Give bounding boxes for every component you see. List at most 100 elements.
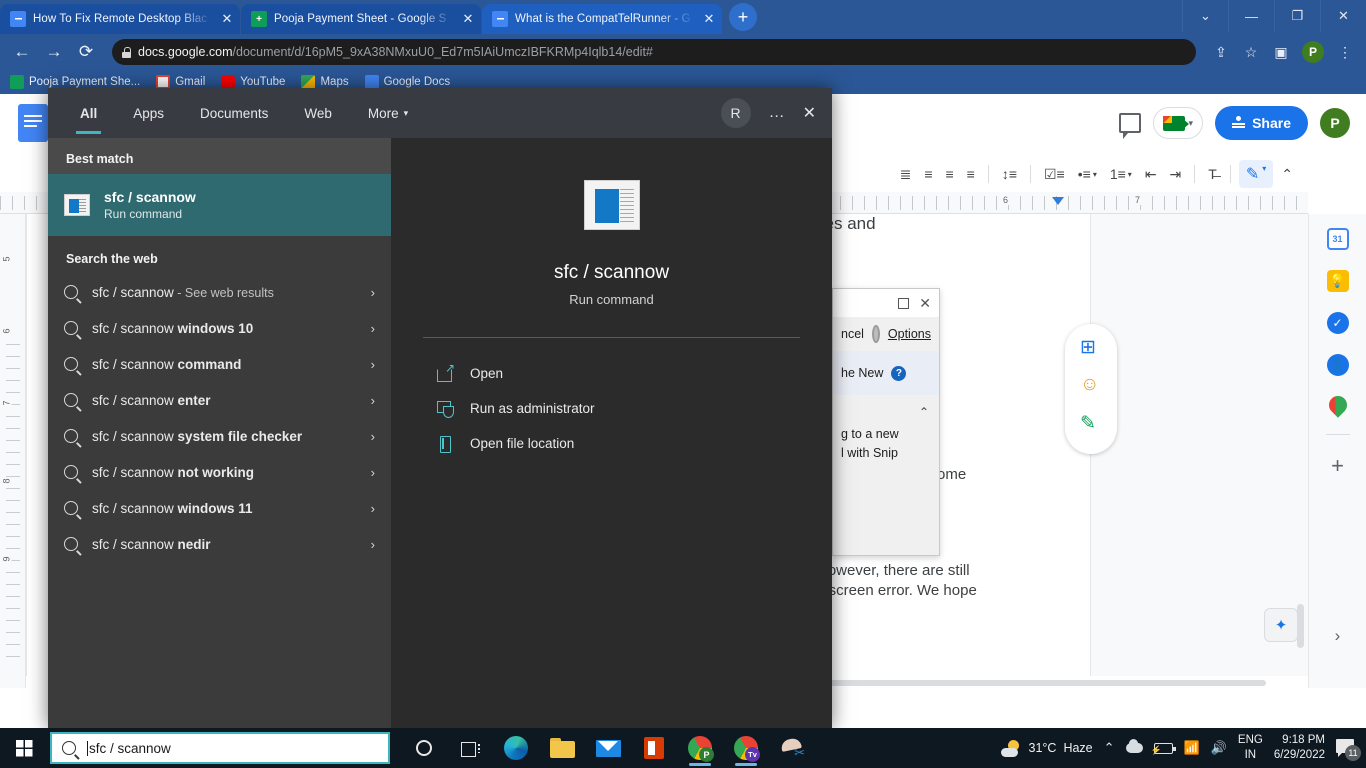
onedrive-icon[interactable]: [1125, 739, 1143, 753]
browser-tab-1[interactable]: How To Fix Remote Desktop Blac ✕: [0, 4, 240, 34]
search-input-value[interactable]: sfc / scannow: [87, 740, 171, 756]
taskbar-app-file-explorer[interactable]: [542, 728, 582, 768]
weather-widget[interactable]: 31°C Haze: [1000, 739, 1093, 757]
taskbar-search-box[interactable]: sfc / scannow: [50, 732, 390, 764]
preview-action-open[interactable]: Open: [403, 356, 820, 391]
chevron-right-icon[interactable]: ›: [371, 357, 375, 372]
browser-tab-3[interactable]: What is the CompatTelRunner - G ✕: [482, 4, 722, 34]
more-options-icon[interactable]: …: [769, 104, 785, 122]
keep-icon[interactable]: 💡: [1326, 270, 1349, 292]
suggest-edit-icon[interactable]: ✎: [1080, 412, 1102, 434]
account-avatar[interactable]: R: [720, 98, 751, 128]
close-icon[interactable]: ✕: [919, 295, 931, 312]
bookmark-item[interactable]: Pooja Payment She...: [10, 75, 140, 89]
chevron-right-icon[interactable]: ›: [371, 321, 375, 336]
collapse-toolbar-icon[interactable]: ⌃: [1276, 162, 1298, 187]
tab-close-icon[interactable]: ✕: [702, 11, 716, 27]
vertical-scrollbar-thumb[interactable]: [1297, 604, 1304, 648]
search-tab-web[interactable]: Web: [288, 88, 348, 138]
bulleted-list-icon[interactable]: •≡ ▾: [1073, 162, 1102, 186]
chevron-right-icon[interactable]: ›: [371, 429, 375, 444]
tab-close-icon[interactable]: ✕: [220, 11, 234, 27]
explore-button[interactable]: ✦: [1264, 608, 1298, 642]
search-tab-apps[interactable]: Apps: [117, 88, 180, 138]
add-comment-icon[interactable]: ⊞: [1080, 336, 1102, 358]
chevron-right-icon[interactable]: ›: [371, 501, 375, 516]
close-icon[interactable]: ✕: [803, 103, 816, 123]
back-button[interactable]: ←: [8, 38, 36, 66]
cancel-label[interactable]: ncel: [841, 327, 864, 341]
web-result-item[interactable]: sfc / scannow nedir ›: [48, 526, 391, 562]
volume-icon[interactable]: 🔊: [1211, 740, 1227, 756]
comment-history-icon[interactable]: [1118, 113, 1141, 139]
indent-marker[interactable]: [1052, 197, 1064, 205]
calendar-icon[interactable]: 31: [1326, 228, 1349, 250]
maps-icon[interactable]: [1324, 392, 1351, 418]
taskbar-app-mail[interactable]: [588, 728, 628, 768]
web-result-item[interactable]: sfc / scannow system file checker ›: [48, 418, 391, 454]
taskbar-app-snip-and-sketch[interactable]: [772, 728, 812, 768]
tab-close-icon[interactable]: ✕: [461, 11, 475, 27]
show-hidden-icons-button[interactable]: ⌃: [1104, 740, 1115, 756]
add-addon-button[interactable]: +: [1331, 455, 1344, 477]
expand-side-panel-icon[interactable]: ›: [1335, 626, 1341, 646]
chevron-right-icon[interactable]: ›: [371, 537, 375, 552]
bookmark-item[interactable]: Google Docs: [364, 75, 450, 89]
chevron-down-icon[interactable]: ⌄: [1182, 0, 1228, 32]
contacts-icon[interactable]: 👤: [1326, 354, 1349, 376]
maximize-icon[interactable]: [898, 297, 910, 309]
checklist-icon[interactable]: ☑≡: [1039, 162, 1070, 187]
dialog-collapse-icon[interactable]: ⌃: [833, 395, 939, 419]
clear-formatting-icon[interactable]: T̶: [1203, 162, 1222, 186]
tasks-icon[interactable]: ✓: [1326, 312, 1349, 334]
search-tab-documents[interactable]: Documents: [184, 88, 284, 138]
help-icon[interactable]: ?: [891, 365, 907, 381]
browser-profile-avatar[interactable]: P: [1302, 41, 1324, 63]
web-result-item[interactable]: sfc / scannow - See web results ›: [48, 274, 391, 310]
preview-action-open-file-location[interactable]: Open file location: [403, 426, 820, 461]
bookmark-star-icon[interactable]: ☆: [1238, 39, 1264, 65]
editing-mode-button[interactable]: ✎ ▾: [1238, 160, 1274, 188]
address-bar[interactable]: docs.google.com/document/d/16pM5_9xA38NM…: [112, 39, 1196, 65]
meet-button[interactable]: ▾: [1152, 107, 1204, 139]
forward-button[interactable]: →: [40, 38, 68, 66]
line-spacing-icon[interactable]: ↕≡: [997, 162, 1022, 186]
taskbar-app-chrome-tv[interactable]: Tv: [726, 728, 766, 768]
battery-icon[interactable]: ⚡: [1151, 742, 1176, 755]
docs-account-avatar[interactable]: P: [1320, 108, 1350, 138]
chrome-menu-icon[interactable]: ⋮: [1332, 39, 1358, 65]
taskbar-app-cortana[interactable]: [404, 728, 444, 768]
web-result-item[interactable]: sfc / scannow not working ›: [48, 454, 391, 490]
reload-button[interactable]: ⟳: [72, 38, 100, 66]
minimize-button[interactable]: —: [1228, 0, 1274, 32]
web-result-item[interactable]: sfc / scannow windows 10 ›: [48, 310, 391, 346]
web-result-item[interactable]: sfc / scannow windows 11 ›: [48, 490, 391, 526]
language-indicator[interactable]: ENG IN: [1238, 733, 1263, 763]
align-center-icon[interactable]: ≡: [919, 162, 937, 186]
decrease-indent-icon[interactable]: ⇤: [1140, 162, 1162, 187]
align-justify-icon[interactable]: ≡: [962, 162, 980, 186]
search-tab-all[interactable]: All: [64, 88, 113, 138]
share-button[interactable]: Share: [1215, 106, 1308, 140]
bookmark-item[interactable]: Maps: [301, 75, 349, 89]
web-result-item[interactable]: sfc / scannow enter ›: [48, 382, 391, 418]
notification-center-button[interactable]: 11: [1336, 738, 1361, 761]
chevron-right-icon[interactable]: ›: [371, 393, 375, 408]
search-tab-more[interactable]: More ▾: [352, 88, 424, 138]
clock[interactable]: 9:18 PM 6/29/2022: [1274, 733, 1325, 763]
start-button[interactable]: [0, 728, 48, 768]
wifi-icon[interactable]: 📶: [1184, 740, 1200, 756]
emoji-reaction-icon[interactable]: ☺: [1080, 374, 1102, 396]
options-label[interactable]: Options: [888, 327, 931, 341]
numbered-list-icon[interactable]: 1≡ ▾: [1105, 162, 1137, 186]
close-window-button[interactable]: ✕: [1320, 0, 1366, 32]
new-tab-button[interactable]: +: [729, 3, 757, 31]
taskbar-app-office[interactable]: [634, 728, 674, 768]
share-icon[interactable]: ⇪: [1208, 39, 1234, 65]
taskbar-app-edge[interactable]: [496, 728, 536, 768]
best-match-result[interactable]: sfc / scannow Run command: [48, 174, 391, 236]
align-left-icon[interactable]: ≣: [895, 162, 917, 187]
bookmark-item[interactable]: YouTube: [221, 75, 285, 89]
bookmark-item[interactable]: Gmail: [156, 75, 205, 89]
chevron-right-icon[interactable]: ›: [371, 285, 375, 300]
